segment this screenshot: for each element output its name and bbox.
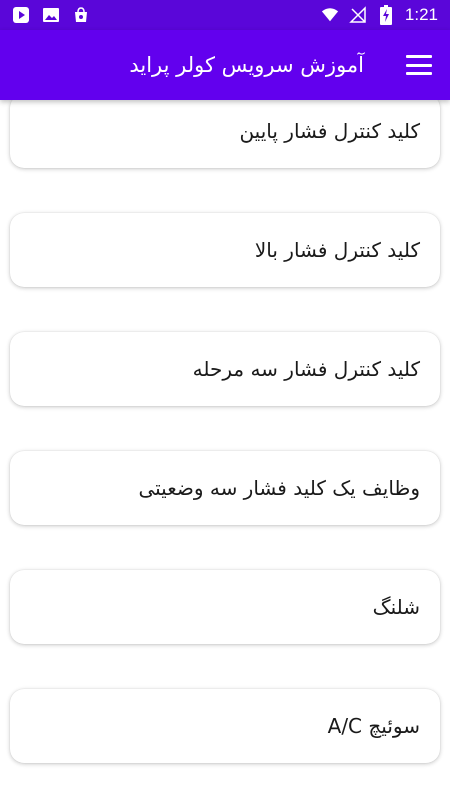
list-item[interactable]: وظایف یک کلید فشار سه وضعیتی (10, 451, 440, 525)
shopping-bag-icon (72, 6, 90, 24)
play-protect-icon (12, 6, 30, 24)
list-item[interactable]: شلنگ (10, 570, 440, 644)
list-item[interactable]: کلید کنترل فشار بالا (10, 213, 440, 287)
wifi-icon (321, 6, 339, 24)
status-bar-left (12, 6, 90, 24)
list-item[interactable]: سوئیچ A/C (10, 689, 440, 763)
app-title: آموزش سرویس کولر پراید (129, 53, 364, 77)
list-item-label: وظایف یک کلید فشار سه وضعیتی (138, 476, 420, 500)
hamburger-menu-icon[interactable] (406, 55, 432, 75)
list-item-label: کلید کنترل فشار پایین (239, 119, 420, 143)
status-bar-right: 1:21 (321, 5, 438, 25)
status-bar: 1:21 (0, 0, 450, 30)
image-icon (42, 6, 60, 24)
list-item-label: کلید کنترل فشار سه مرحله (192, 357, 420, 381)
no-signal-icon (349, 6, 367, 24)
list-item-label: شلنگ (372, 595, 420, 619)
topic-list[interactable]: کلید کنترل فشار پایین کلید کنترل فشار با… (0, 100, 450, 800)
list-item[interactable]: کلید کنترل فشار سه مرحله (10, 332, 440, 406)
list-item-label: کلید کنترل فشار بالا (254, 238, 420, 262)
list-item-label: سوئیچ A/C (327, 714, 420, 738)
list-item[interactable]: کلید کنترل فشار پایین (10, 100, 440, 168)
battery-charging-icon (377, 5, 395, 25)
app-bar: آموزش سرویس کولر پراید (0, 30, 450, 100)
status-time: 1:21 (404, 5, 438, 24)
